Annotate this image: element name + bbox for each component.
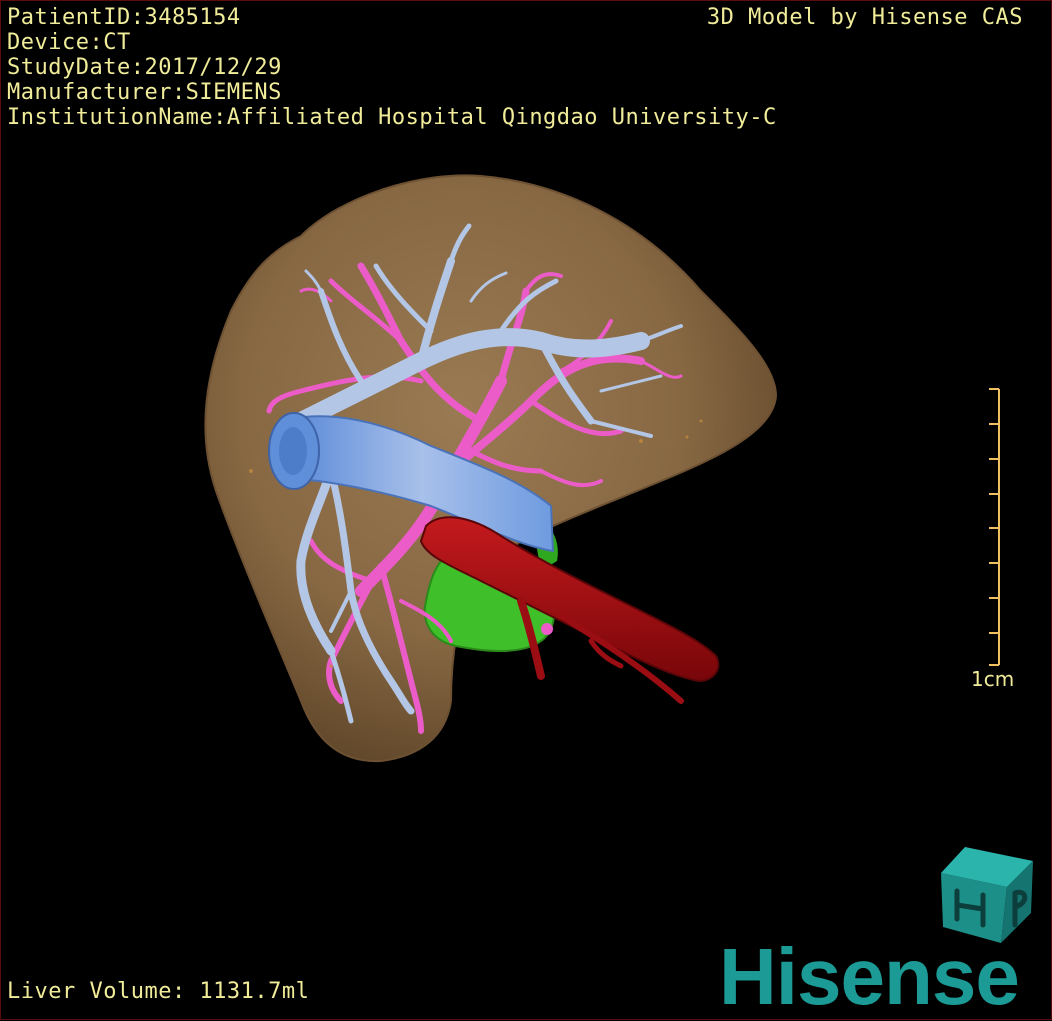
hisense-brand: Hisense (719, 932, 1020, 1021)
3d-viewport[interactable]: PatientID:3485154 Device:CT StudyDate:20… (0, 0, 1052, 1020)
institution-text: InstitutionName:Affiliated Hospital Qing… (7, 105, 777, 130)
patient-info: PatientID:3485154 Device:CT StudyDate:20… (7, 5, 777, 130)
device-text: Device:CT (7, 30, 131, 55)
manufacturer-text: Manufacturer:SIEMENS (7, 80, 282, 105)
patient-id-text: PatientID:3485154 (7, 5, 241, 30)
model-credit: 3D Model by Hisense CAS (706, 5, 1023, 30)
scale-ruler-icon (989, 388, 1000, 666)
scale-label: 1cm (971, 667, 1015, 691)
liver-3d-model[interactable] (1, 1, 1052, 1021)
liver-volume-text: Liver Volume: 1131.7ml (7, 979, 310, 1004)
study-date-text: StudyDate:2017/12/29 (7, 55, 282, 80)
